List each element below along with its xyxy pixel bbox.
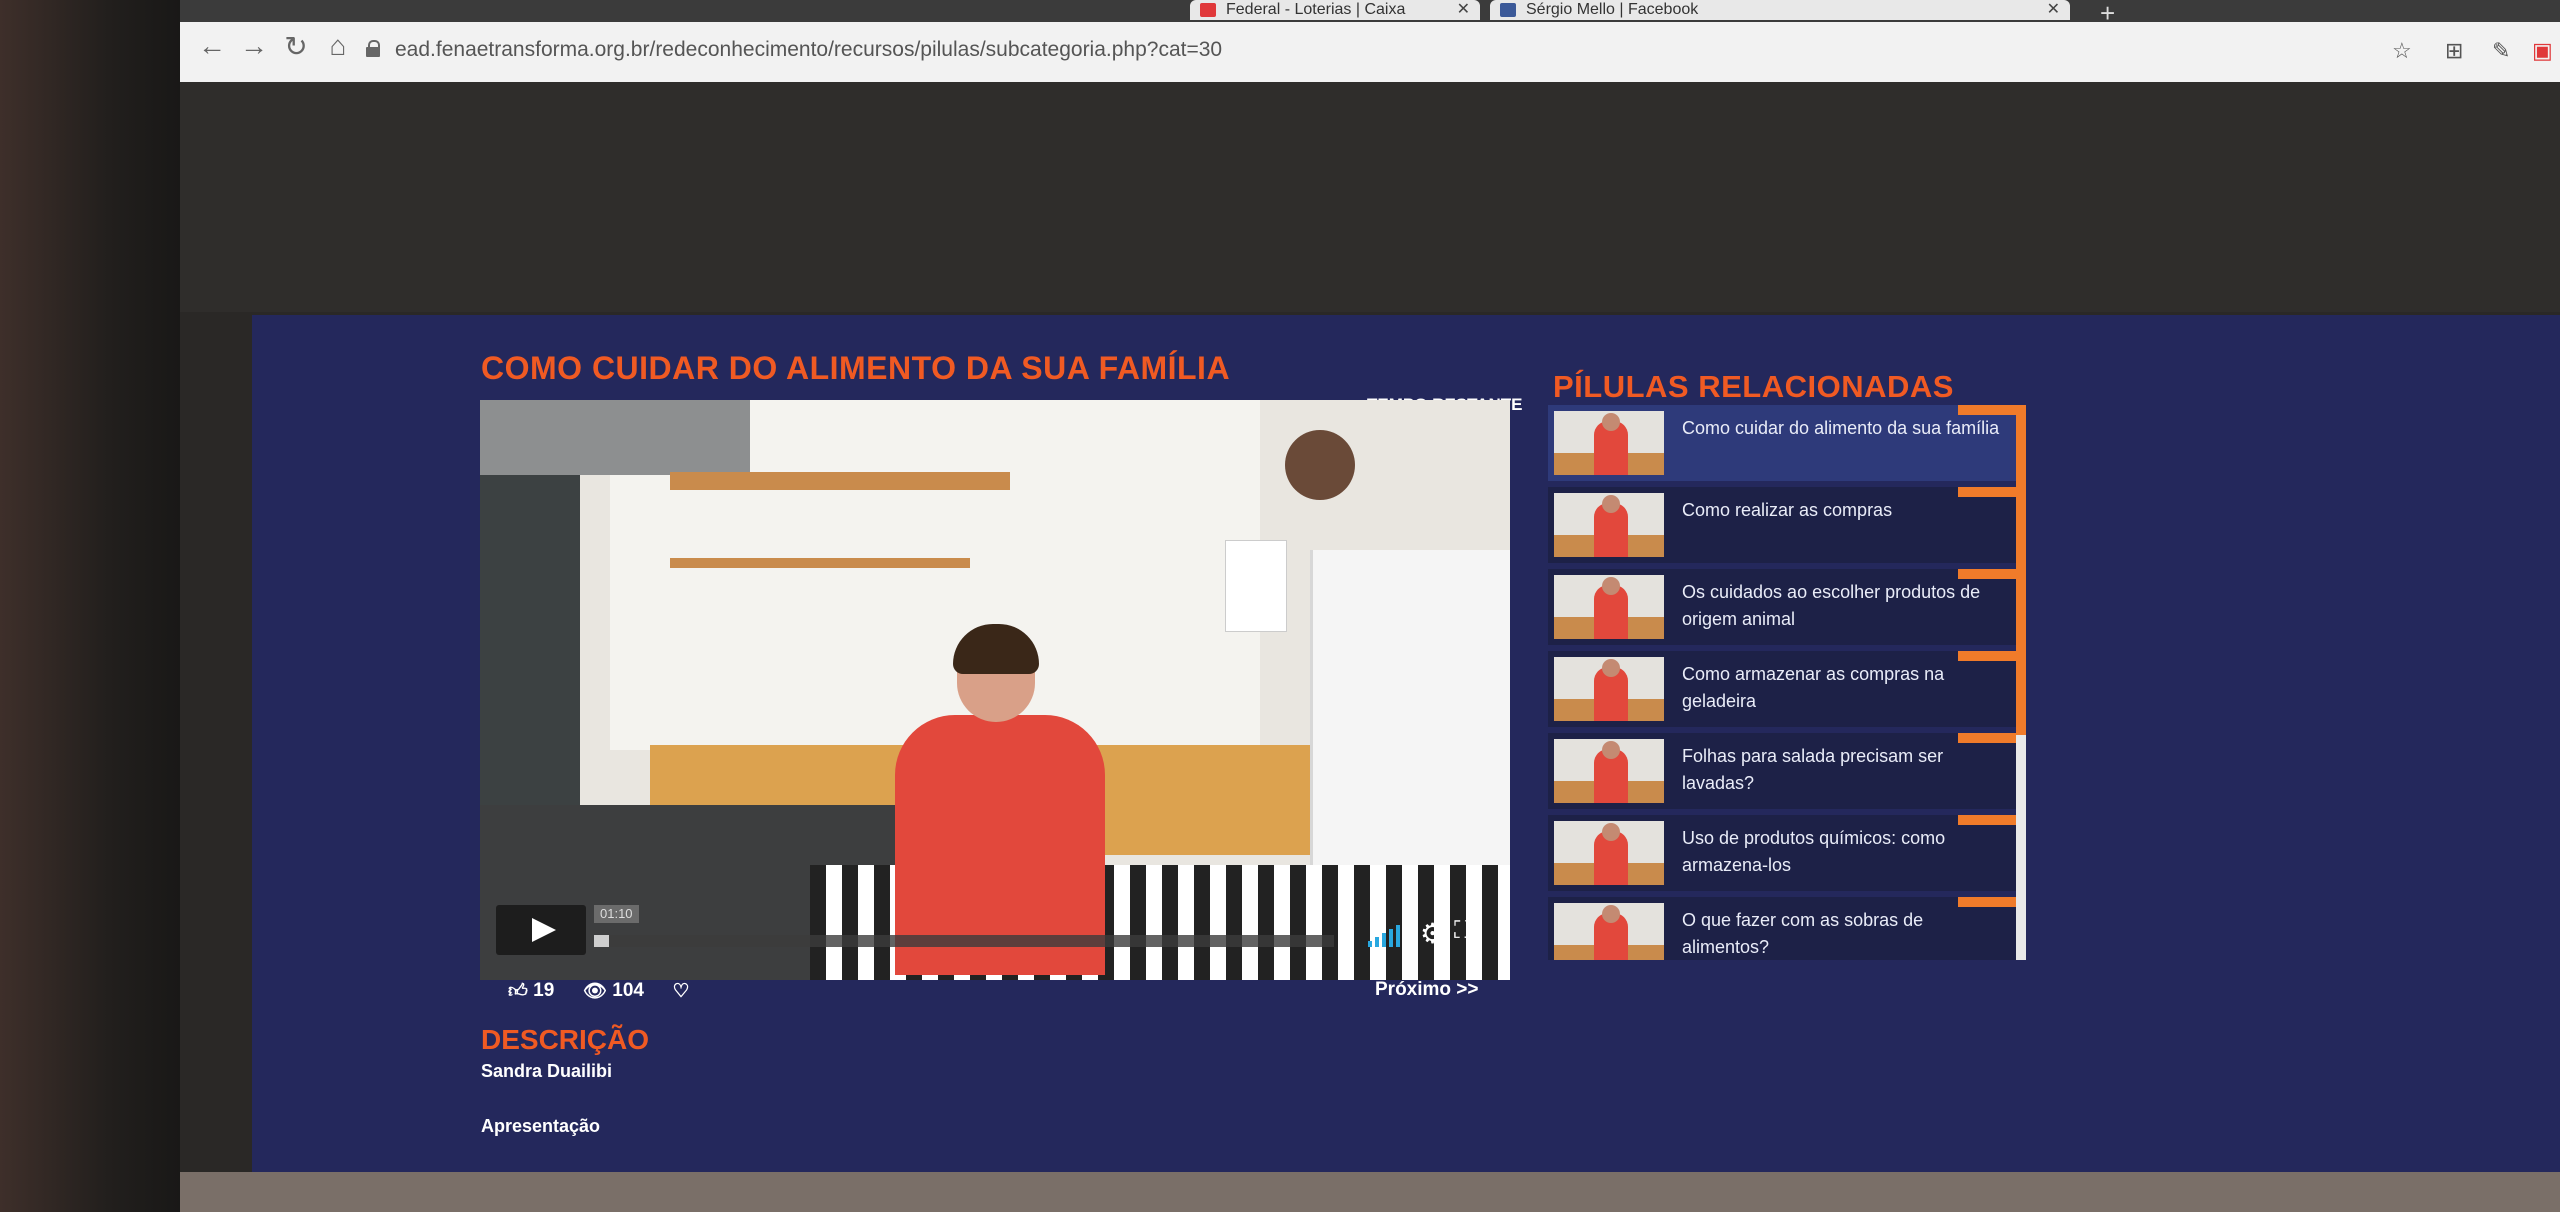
related-badge bbox=[1958, 569, 2018, 579]
browser-toolbar: ← → ↻ ⌂ ead.fenaetransforma.org.br/redec… bbox=[180, 22, 2560, 83]
video-player[interactable]: 01:10 ⚙ ⛶ bbox=[480, 400, 1510, 980]
related-thumbnail bbox=[1554, 411, 1664, 475]
related-list: Como cuidar do alimento da sua família C… bbox=[1548, 405, 2030, 960]
related-item[interactable]: O que fazer com as sobras de alimentos? bbox=[1548, 897, 2018, 960]
lock-icon bbox=[366, 40, 380, 57]
related-thumbnail bbox=[1554, 821, 1664, 885]
close-tab-icon[interactable]: ✕ bbox=[2047, 0, 2060, 20]
related-thumbnail bbox=[1554, 657, 1664, 721]
video-frame-hood bbox=[480, 400, 750, 475]
related-item-title: O que fazer com as sobras de alimentos? bbox=[1682, 910, 1924, 957]
fullscreen-icon[interactable]: ⛶ bbox=[1454, 917, 1471, 945]
tab-label: Federal - Loterias | Caixa bbox=[1226, 1, 1406, 18]
translate-icon[interactable]: ⊞ bbox=[2445, 38, 2463, 64]
tab-label: Sérgio Mello | Facebook bbox=[1526, 1, 1699, 18]
related-thumbnail bbox=[1554, 493, 1664, 557]
video-stats: 👍︎ 19 👁︎ 104 ♡ bbox=[508, 979, 690, 1003]
description-heading: DESCRIÇÃO bbox=[481, 1024, 650, 1055]
settings-gear-icon[interactable]: ⚙ bbox=[1420, 917, 1445, 950]
seek-bar[interactable] bbox=[594, 935, 1334, 947]
browser-tab-strip: Federal - Loterias | Caixa ✕ Sérgio Mell… bbox=[180, 0, 2560, 28]
related-heading: PÍLULAS RELACIONADAS bbox=[1553, 369, 1954, 404]
video-frame-clock bbox=[1285, 430, 1355, 500]
related-item[interactable]: Como armazenar as compras na geladeira bbox=[1548, 651, 2018, 727]
description-presentation: Apresentação bbox=[481, 1116, 601, 1136]
video-title: COMO CUIDAR DO ALIMENTO DA SUA FAMÍLIA bbox=[481, 350, 1231, 386]
player-controls: 01:10 ⚙ ⛶ bbox=[480, 905, 1510, 975]
video-frame-shelf bbox=[670, 472, 1010, 490]
related-badge bbox=[1958, 405, 2018, 415]
bookmark-star-icon[interactable]: ☆ bbox=[2392, 38, 2412, 64]
views-count: 104 bbox=[612, 980, 644, 1001]
related-item-title: Os cuidados ao escolher produtos de orig… bbox=[1682, 582, 1981, 629]
likes-count: 19 bbox=[533, 980, 555, 1001]
related-thumbnail bbox=[1554, 575, 1664, 639]
page-header-dark-area bbox=[180, 82, 2560, 312]
related-badge bbox=[1958, 651, 2018, 661]
video-frame-fridge bbox=[1310, 550, 1510, 910]
address-bar[interactable]: ead.fenaetransforma.org.br/redeconhecime… bbox=[395, 38, 1222, 62]
next-link[interactable]: Próximo >> bbox=[1375, 979, 1479, 1001]
related-item[interactable]: Folhas para salada precisam ser lavadas? bbox=[1548, 733, 2018, 809]
related-item-title: Folhas para salada precisam ser lavadas? bbox=[1682, 746, 1944, 793]
page-bottom-strip bbox=[180, 1172, 2560, 1212]
description-author: Sandra Duailibi bbox=[481, 1061, 613, 1081]
heart-icon[interactable]: ♡ bbox=[673, 980, 690, 1003]
related-badge bbox=[1958, 815, 2018, 825]
browser-tab-facebook[interactable]: Sérgio Mello | Facebook ✕ bbox=[1490, 0, 2070, 20]
eye-icon: 👁︎ bbox=[582, 981, 607, 1002]
reload-icon[interactable]: ↻ bbox=[278, 30, 314, 63]
seek-bar-progress bbox=[594, 935, 609, 947]
related-item[interactable]: Os cuidados ao escolher produtos de orig… bbox=[1548, 569, 2018, 645]
thumbs-up-icon[interactable]: 👍︎ bbox=[508, 980, 528, 1003]
related-scrollbar-thumb[interactable] bbox=[2016, 405, 2026, 735]
play-button[interactable] bbox=[496, 905, 586, 955]
related-badge bbox=[1958, 733, 2018, 743]
facebook-favicon-icon bbox=[1500, 3, 1516, 17]
video-frame-shelf bbox=[670, 558, 970, 568]
back-arrow-icon[interactable]: ← bbox=[194, 30, 230, 62]
close-tab-icon[interactable]: ✕ bbox=[1457, 0, 1470, 20]
related-item[interactable]: Como cuidar do alimento da sua família bbox=[1548, 405, 2018, 481]
related-item-title: Como armazenar as compras na geladeira bbox=[1682, 664, 1945, 711]
related-item-title: Como realizar as compras bbox=[1682, 500, 1893, 520]
monitor-bezel bbox=[0, 0, 180, 1212]
forward-arrow-icon[interactable]: → bbox=[236, 30, 272, 62]
related-item-title: Uso de produtos químicos: como armazena-… bbox=[1682, 828, 1946, 875]
caixa-favicon-icon bbox=[1200, 3, 1216, 17]
video-frame-presenter bbox=[895, 624, 1105, 975]
related-thumbnail bbox=[1554, 739, 1664, 803]
volume-level-icon[interactable] bbox=[1368, 925, 1404, 947]
home-icon[interactable]: ⌂ bbox=[320, 30, 356, 62]
video-frame-poster bbox=[1225, 540, 1287, 632]
related-item[interactable]: Uso de produtos químicos: como armazena-… bbox=[1548, 815, 2018, 891]
related-badge bbox=[1958, 487, 2018, 497]
related-item-title: Como cuidar do alimento da sua família bbox=[1682, 418, 2000, 438]
related-thumbnail bbox=[1554, 903, 1664, 960]
related-badge bbox=[1958, 897, 2018, 907]
browser-tab-loterias[interactable]: Federal - Loterias | Caixa ✕ bbox=[1190, 0, 1480, 20]
related-item[interactable]: Como realizar as compras bbox=[1548, 487, 2018, 563]
current-time: 01:10 bbox=[594, 905, 639, 923]
extension-red-icon[interactable]: ▣ bbox=[2532, 38, 2553, 64]
extension-icon[interactable]: ✎ bbox=[2492, 38, 2510, 64]
